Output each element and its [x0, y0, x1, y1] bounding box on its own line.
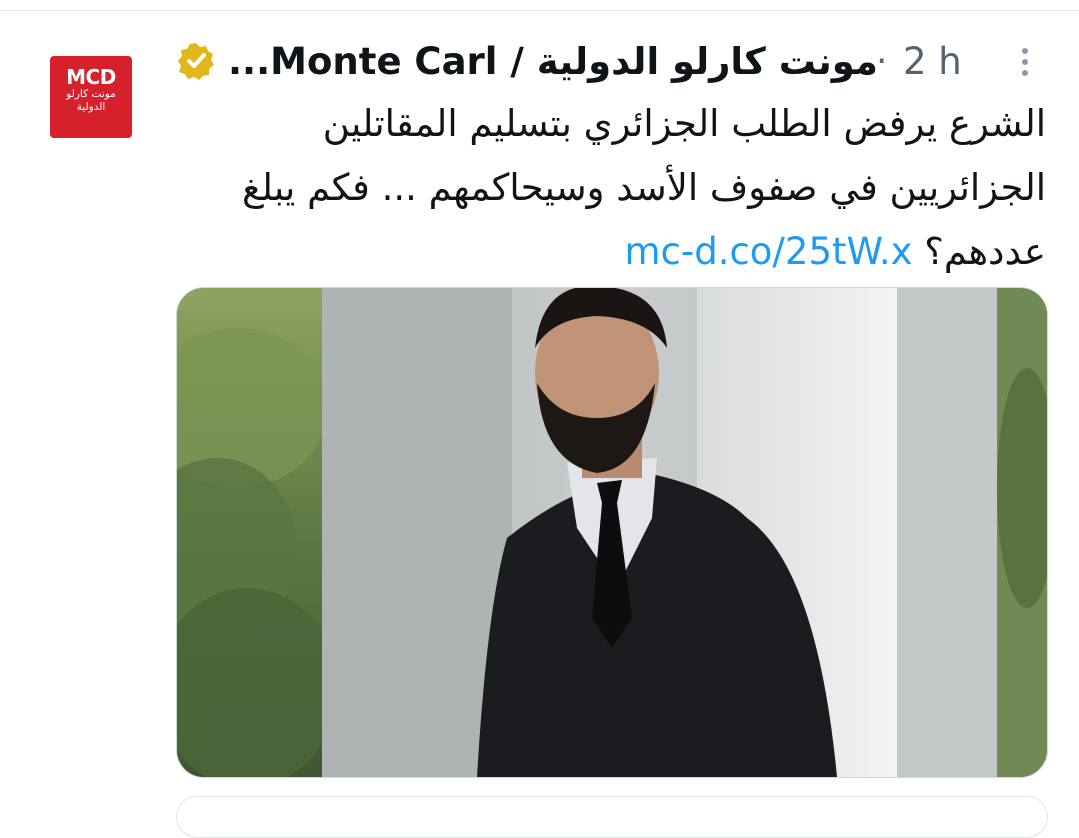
avatar-logo-sub-1: مونت كارلو: [66, 88, 116, 100]
more-options-icon[interactable]: [1014, 42, 1036, 82]
tweet-text: الشرع يرفض الطلب الجزائري بتسليم المقاتل…: [176, 92, 1046, 284]
avatar-logo-sub-2: الدولية: [76, 101, 106, 113]
display-name[interactable]: مونت كارلو الدولية / Monte Carl...: [228, 36, 878, 88]
next-tweet-card: [176, 796, 1048, 838]
avatar[interactable]: MCD مونت كارلو الدولية: [50, 56, 132, 138]
timestamp[interactable]: 2 h: [903, 36, 962, 88]
tweet-header: مونت كارلو الدولية / Monte Carl... · 2 h: [176, 36, 1046, 88]
avatar-logo-text: MCD: [66, 65, 116, 89]
verified-badge-icon: [176, 41, 216, 81]
top-divider: [0, 0, 1079, 11]
tweet-media-image[interactable]: [176, 287, 1048, 778]
separator-dot: ·: [876, 41, 888, 82]
tweet-link[interactable]: mc-d.co/25tW.x: [624, 230, 912, 273]
